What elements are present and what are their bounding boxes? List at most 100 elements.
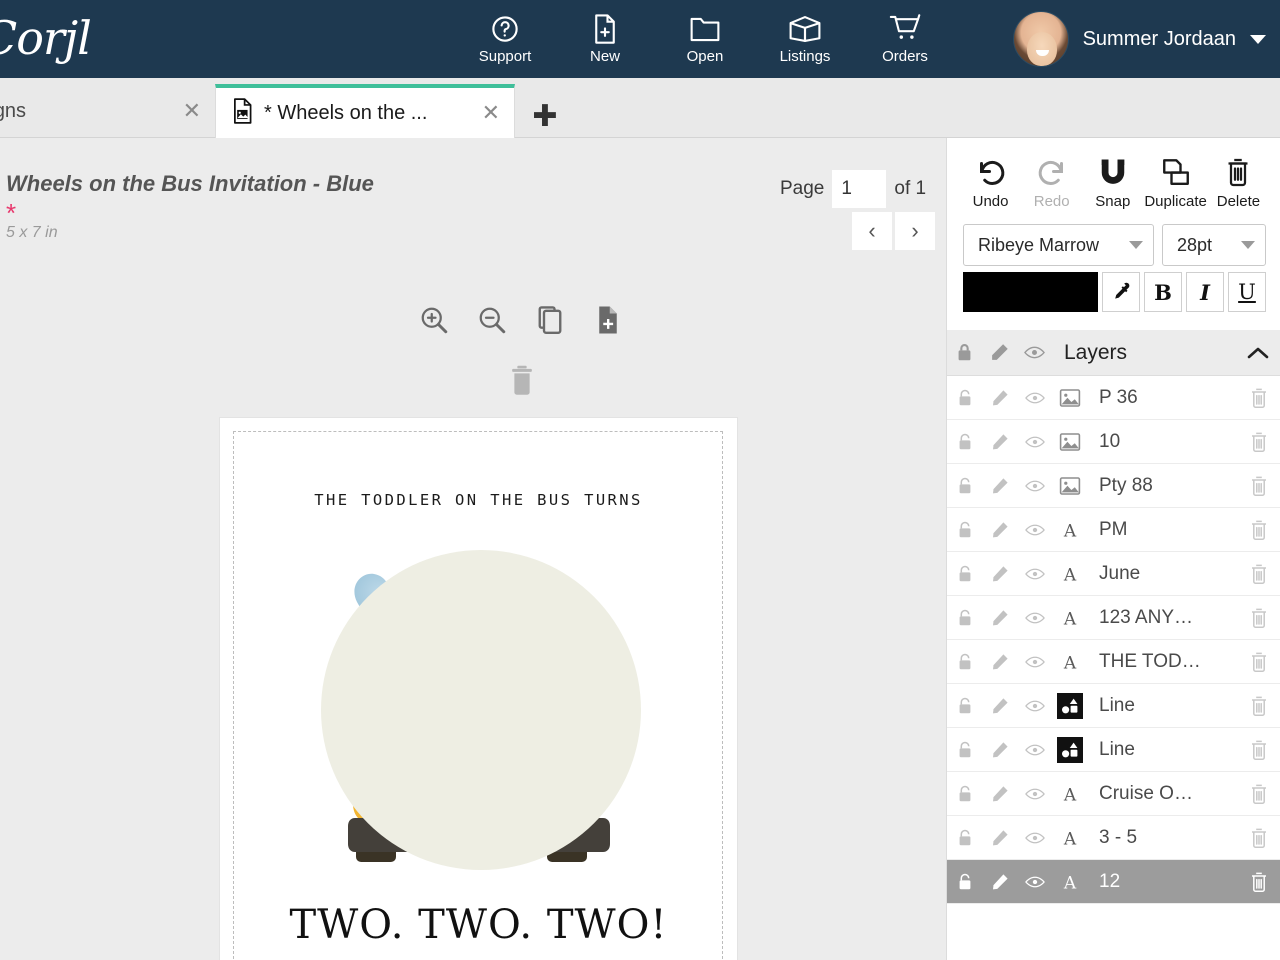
layer-visibility-icon[interactable]: [1017, 728, 1052, 772]
tab-open-designs[interactable]: en Designs ✕: [0, 84, 215, 138]
layer-edit-icon[interactable]: [982, 420, 1017, 464]
close-icon[interactable]: ✕: [183, 100, 201, 122]
previous-page-button[interactable]: ‹: [852, 212, 892, 250]
layer-edit-icon[interactable]: [982, 816, 1017, 860]
layer-row[interactable]: Line: [947, 728, 1280, 772]
nav-item-open[interactable]: Open: [655, 0, 755, 78]
layer-row[interactable]: Pty 88: [947, 464, 1280, 508]
corjl-logo[interactable]: Corjl: [0, 2, 102, 74]
layer-row[interactable]: A June: [947, 552, 1280, 596]
layer-lock-icon[interactable]: [947, 772, 982, 816]
copy-page-button[interactable]: [528, 298, 572, 342]
layer-delete-icon[interactable]: [1238, 783, 1280, 805]
layer-delete-icon[interactable]: [1238, 695, 1280, 717]
layer-visibility-icon[interactable]: [1017, 552, 1052, 596]
layer-edit-icon[interactable]: [982, 772, 1017, 816]
layer-row[interactable]: A Cruise O…: [947, 772, 1280, 816]
nav-item-orders[interactable]: Orders: [855, 0, 955, 78]
layer-row[interactable]: 10: [947, 420, 1280, 464]
duplicate-button[interactable]: Duplicate: [1144, 154, 1207, 210]
layer-delete-icon[interactable]: [1238, 519, 1280, 541]
layer-delete-icon[interactable]: [1238, 475, 1280, 497]
layer-lock-icon[interactable]: [947, 816, 982, 860]
layer-lock-icon[interactable]: [947, 376, 982, 420]
nav-item-new[interactable]: New: [555, 0, 655, 78]
font-family-select[interactable]: Ribeye Marrow: [963, 224, 1154, 266]
layer-row[interactable]: A PM: [947, 508, 1280, 552]
layer-edit-icon[interactable]: [982, 684, 1017, 728]
layer-visibility-icon[interactable]: [1017, 816, 1052, 860]
nav-item-listings[interactable]: Listings: [755, 0, 855, 78]
layer-delete-icon[interactable]: [1238, 431, 1280, 453]
invitation-big-text[interactable]: TWO. TWO. TWO!: [220, 902, 737, 948]
close-icon[interactable]: ✕: [482, 102, 500, 124]
snap-button[interactable]: Snap: [1083, 154, 1142, 210]
chevron-up-icon[interactable]: [1236, 345, 1280, 361]
layer-edit-icon[interactable]: [982, 860, 1017, 904]
bold-button[interactable]: B: [1144, 272, 1182, 312]
eye-icon[interactable]: [1017, 345, 1052, 360]
layer-lock-icon[interactable]: [947, 552, 982, 596]
layer-delete-icon[interactable]: [1238, 651, 1280, 673]
layer-edit-icon[interactable]: [982, 552, 1017, 596]
layer-edit-icon[interactable]: [982, 508, 1017, 552]
layer-row[interactable]: A 3 - 5: [947, 816, 1280, 860]
italic-button[interactable]: I: [1186, 272, 1224, 312]
layer-row[interactable]: Line: [947, 684, 1280, 728]
user-menu[interactable]: Summer Jordaan: [1012, 0, 1266, 78]
layer-row[interactable]: A 123 ANY…: [947, 596, 1280, 640]
layer-visibility-icon[interactable]: [1017, 508, 1052, 552]
layer-lock-icon[interactable]: [947, 420, 982, 464]
layer-delete-icon[interactable]: [1238, 387, 1280, 409]
layer-lock-icon[interactable]: [947, 508, 982, 552]
next-page-button[interactable]: ›: [895, 212, 935, 250]
layer-lock-icon[interactable]: [947, 684, 982, 728]
zoom-out-button[interactable]: [470, 298, 514, 342]
layer-delete-icon[interactable]: [1238, 827, 1280, 849]
layer-lock-icon[interactable]: [947, 640, 982, 684]
text-color-swatch[interactable]: [963, 272, 1098, 312]
layer-lock-icon[interactable]: [947, 596, 982, 640]
font-size-select[interactable]: 28pt: [1162, 224, 1266, 266]
layer-visibility-icon[interactable]: [1017, 640, 1052, 684]
underline-button[interactable]: U: [1228, 272, 1266, 312]
zoom-in-button[interactable]: [412, 298, 456, 342]
layer-edit-icon[interactable]: [982, 596, 1017, 640]
design-canvas[interactable]: THE TODDLER ON THE BUS TURNS TWO. TWO. T…: [220, 418, 737, 960]
layer-row[interactable]: A THE TOD…: [947, 640, 1280, 684]
layer-visibility-icon[interactable]: [1017, 860, 1052, 904]
layer-delete-icon[interactable]: [1238, 739, 1280, 761]
layer-edit-icon[interactable]: [982, 464, 1017, 508]
layer-row[interactable]: P 36: [947, 376, 1280, 420]
layer-delete-icon[interactable]: [1238, 607, 1280, 629]
layer-visibility-icon[interactable]: [1017, 420, 1052, 464]
undo-button[interactable]: Undo: [961, 154, 1020, 210]
layer-row[interactable]: A 12: [947, 860, 1280, 904]
page-number-input[interactable]: [832, 170, 887, 208]
layer-visibility-icon[interactable]: [1017, 772, 1052, 816]
layer-visibility-icon[interactable]: [1017, 684, 1052, 728]
redo-button[interactable]: Redo: [1022, 154, 1081, 210]
eyedropper-button[interactable]: [1102, 272, 1140, 312]
pencil-icon[interactable]: [982, 343, 1017, 362]
layer-edit-icon[interactable]: [982, 728, 1017, 772]
delete-button[interactable]: Delete: [1209, 154, 1268, 210]
layer-visibility-icon[interactable]: [1017, 464, 1052, 508]
layer-visibility-icon[interactable]: [1017, 596, 1052, 640]
layer-lock-icon[interactable]: [947, 728, 982, 772]
layer-delete-icon[interactable]: [1238, 871, 1280, 893]
delete-page-button[interactable]: [500, 358, 544, 402]
layer-edit-icon[interactable]: [982, 640, 1017, 684]
layer-lock-icon[interactable]: [947, 464, 982, 508]
layer-edit-icon[interactable]: [982, 376, 1017, 420]
add-page-button[interactable]: [586, 298, 630, 342]
add-tab-button[interactable]: ✚: [528, 100, 562, 134]
tab-wheels-on-the-bus[interactable]: * Wheels on the ... ✕: [215, 84, 515, 138]
nav-item-support[interactable]: Support: [455, 0, 555, 78]
layer-visibility-icon[interactable]: [1017, 376, 1052, 420]
lock-icon[interactable]: [947, 343, 982, 362]
school-bus-illustration[interactable]: SCHOOL BUS: [311, 546, 647, 878]
layer-lock-icon[interactable]: [947, 860, 982, 904]
layer-delete-icon[interactable]: [1238, 563, 1280, 585]
invitation-heading[interactable]: THE TODDLER ON THE BUS TURNS: [220, 491, 737, 509]
